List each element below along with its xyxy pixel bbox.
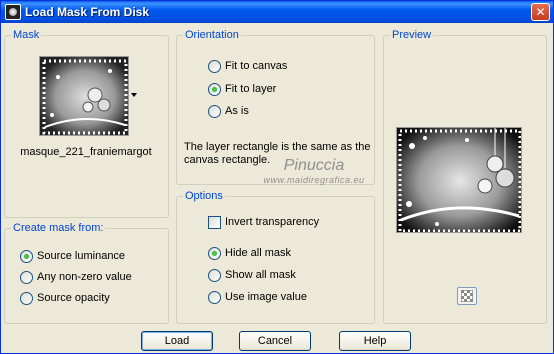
radio-checked-icon <box>20 249 33 263</box>
radio-label: Any non-zero value <box>37 271 132 283</box>
window-title: Load Mask From Disk <box>25 5 150 19</box>
invert-transparency-checkbox[interactable]: Invert transparency <box>208 214 319 230</box>
radio-label: As is <box>225 105 249 117</box>
load-button[interactable]: Load <box>141 331 213 351</box>
radio-unchecked-icon <box>20 291 33 305</box>
radio-label: Use image value <box>225 291 307 303</box>
close-button[interactable]: ✕ <box>531 3 550 21</box>
help-button[interactable]: Help <box>339 331 411 351</box>
radio-unchecked-icon <box>208 59 221 73</box>
radio-label: Fit to layer <box>225 83 277 95</box>
radio-unchecked-icon <box>208 290 221 304</box>
radio-source-luminance[interactable]: Source luminance <box>20 248 125 264</box>
checkbox-icon <box>208 215 221 229</box>
radio-label: Source opacity <box>37 292 110 304</box>
radio-as-is[interactable]: As is <box>208 103 249 119</box>
radio-label: Fit to canvas <box>225 60 288 72</box>
radio-label: Hide all mask <box>225 247 292 259</box>
radio-source-opacity[interactable]: Source opacity <box>20 290 110 306</box>
options-title: Options <box>183 189 225 203</box>
radio-any-nonzero[interactable]: Any non-zero value <box>20 269 132 285</box>
title-bar[interactable]: Load Mask From Disk ✕ <box>1 1 553 23</box>
mask-name: masque_221_franiemargot <box>20 146 152 158</box>
radio-label: Source luminance <box>37 250 126 262</box>
mask-group-title: Mask <box>11 28 42 42</box>
radio-label: Show all mask <box>225 269 296 281</box>
radio-unchecked-icon <box>208 104 221 118</box>
orientation-info: The layer rectangle is the same as the c… <box>184 141 371 166</box>
mask-icon <box>5 4 21 20</box>
preview-image <box>396 127 522 233</box>
radio-unchecked-icon <box>20 270 33 284</box>
dialog-window: Load Mask From Disk ✕ Mask masque_221_fr… <box>0 0 554 354</box>
radio-hide-all-mask[interactable]: Hide all mask <box>208 245 291 261</box>
radio-use-image-value[interactable]: Use image value <box>208 289 307 305</box>
close-icon: ✕ <box>535 5 546 19</box>
chevron-down-icon[interactable] <box>131 93 137 97</box>
orientation-title: Orientation <box>183 28 241 42</box>
radio-checked-icon <box>208 246 221 260</box>
mask-thumbnail-icon[interactable] <box>39 56 129 136</box>
create-mask-title: Create mask from: <box>11 221 106 235</box>
radio-fit-to-canvas[interactable]: Fit to canvas <box>208 58 287 74</box>
radio-unchecked-icon <box>208 268 221 282</box>
radio-fit-to-layer[interactable]: Fit to layer <box>208 81 276 97</box>
cancel-button[interactable]: Cancel <box>239 331 311 351</box>
preview-title: Preview <box>390 28 434 42</box>
radio-show-all-mask[interactable]: Show all mask <box>208 267 296 283</box>
checkerboard-icon[interactable] <box>457 287 477 305</box>
radio-checked-icon <box>208 82 221 96</box>
checkbox-label: Invert transparency <box>225 216 320 228</box>
